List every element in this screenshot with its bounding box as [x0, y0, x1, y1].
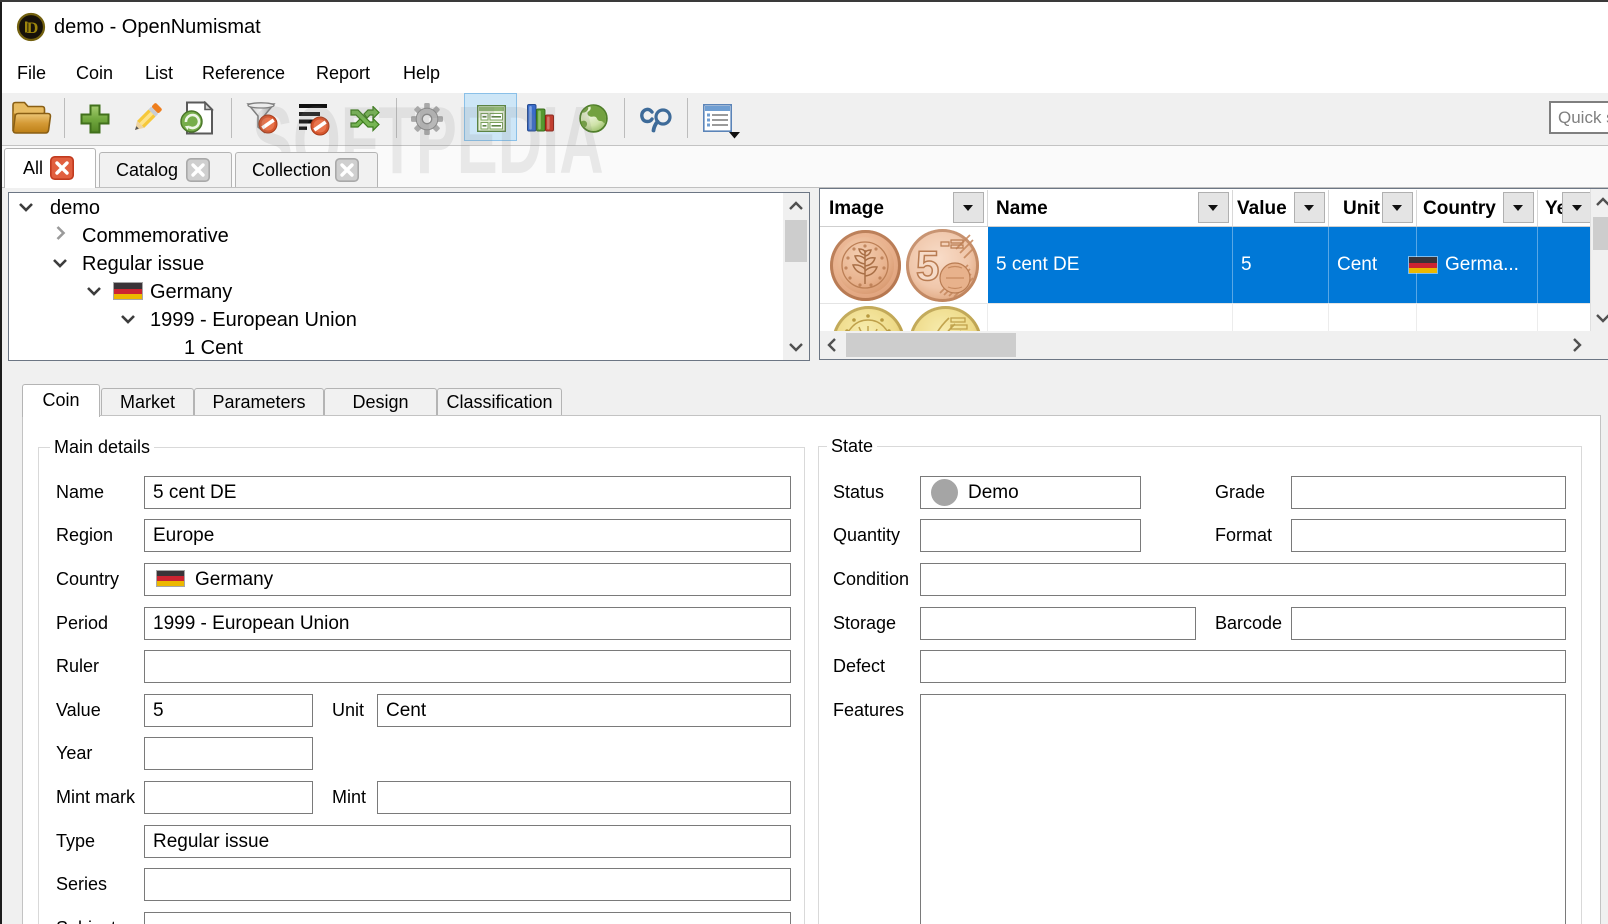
svg-text:D: D — [27, 20, 39, 37]
svg-text:5: 5 — [916, 242, 939, 289]
